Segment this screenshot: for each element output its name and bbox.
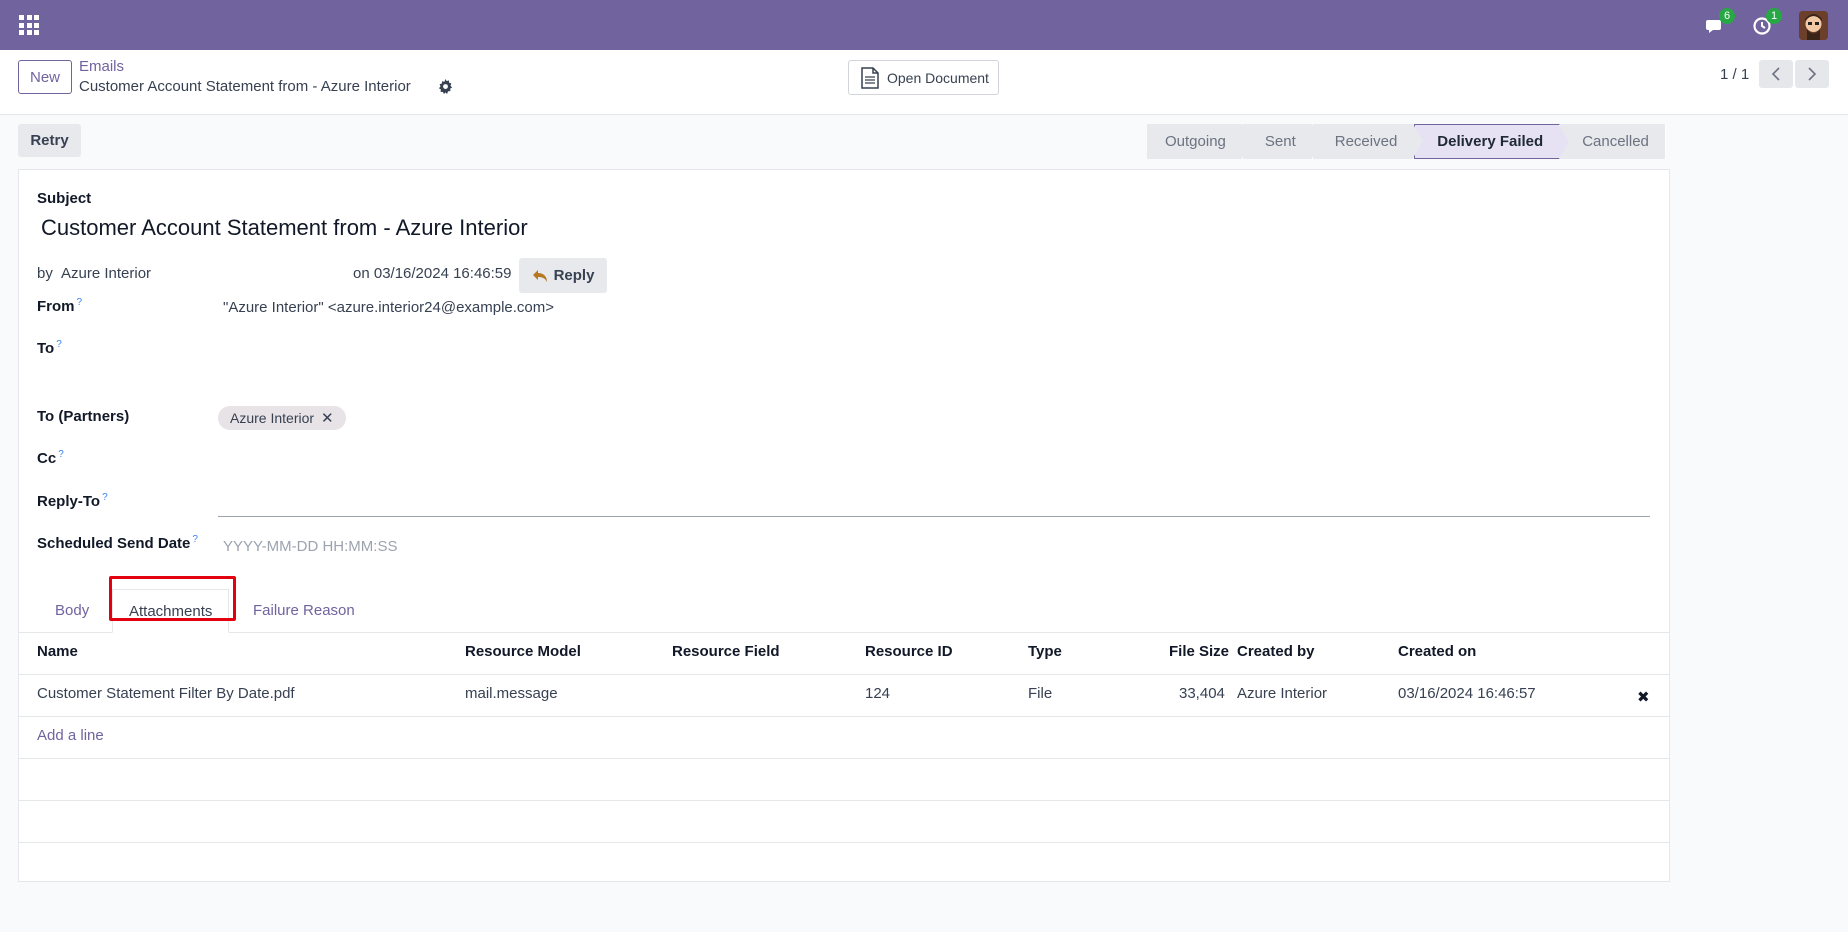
from-label: From? bbox=[37, 297, 83, 315]
open-document-label: Open Document bbox=[887, 69, 989, 86]
chevron-left-icon bbox=[1771, 67, 1780, 81]
cell-type: File bbox=[1028, 685, 1053, 702]
pager-previous-button[interactable] bbox=[1759, 60, 1793, 88]
cell-created-on: 03/16/2024 16:46:57 bbox=[1398, 685, 1536, 702]
by-prefix: by bbox=[37, 265, 53, 282]
empty-row bbox=[19, 800, 1669, 843]
partner-tag-label: Azure Interior bbox=[230, 410, 315, 426]
stage-sent[interactable]: Sent bbox=[1242, 124, 1322, 159]
reply-to-input[interactable] bbox=[218, 516, 1650, 517]
table-row[interactable]: Customer Statement Filter By Date.pdf ma… bbox=[19, 674, 1669, 717]
column-resource-field[interactable]: Resource Field bbox=[672, 643, 780, 660]
status-bar: Outgoing Sent Received Delivery Failed C… bbox=[1147, 124, 1666, 159]
apps-menu-icon[interactable] bbox=[19, 15, 39, 35]
pager-value[interactable]: 1 / 1 bbox=[1720, 66, 1749, 83]
breadcrumb-emails[interactable]: Emails bbox=[79, 58, 124, 75]
subject-label: Subject bbox=[37, 190, 92, 207]
notebook-tabs: Body Attachments Failure Reason bbox=[19, 578, 1669, 633]
reply-to-label: Reply-To? bbox=[37, 492, 108, 510]
scheduled-help-icon[interactable]: ? bbox=[192, 534, 198, 545]
scheduled-send-date-label: Scheduled Send Date? bbox=[37, 534, 198, 552]
pager-next-button[interactable] bbox=[1795, 60, 1829, 88]
from-field[interactable]: "Azure Interior" <azure.interior24@examp… bbox=[223, 299, 554, 316]
stage-arrow bbox=[1413, 124, 1424, 158]
partner-tag-azure-interior[interactable]: Azure Interior ✕ bbox=[218, 406, 346, 430]
tab-body[interactable]: Body bbox=[55, 589, 89, 631]
cc-label: Cc? bbox=[37, 449, 64, 467]
add-a-line-link[interactable]: Add a line bbox=[37, 727, 104, 744]
control-panel: New Emails Customer Account Statement fr… bbox=[0, 50, 1848, 115]
reply-button[interactable]: Reply bbox=[519, 258, 607, 293]
scheduled-send-date-input[interactable]: YYYY-MM-DD HH:MM:SS bbox=[223, 538, 397, 555]
retry-button[interactable]: Retry bbox=[18, 124, 81, 157]
column-resource-model[interactable]: Resource Model bbox=[465, 643, 581, 660]
stage-arrow bbox=[1559, 125, 1570, 159]
to-help-icon[interactable]: ? bbox=[56, 339, 62, 350]
reply-arrow-icon bbox=[532, 269, 547, 282]
stage-arrow bbox=[1311, 124, 1322, 158]
from-help-icon[interactable]: ? bbox=[77, 297, 83, 308]
column-name[interactable]: Name bbox=[37, 643, 78, 660]
attachments-table-header: Name Resource Model Resource Field Resou… bbox=[19, 632, 1669, 675]
gear-icon[interactable] bbox=[438, 79, 453, 94]
user-avatar[interactable] bbox=[1799, 11, 1828, 40]
to-label: To? bbox=[37, 339, 62, 357]
subject-value: Customer Account Statement from - Azure … bbox=[41, 215, 528, 240]
delete-row-icon[interactable]: ✖ bbox=[1637, 688, 1650, 706]
chevron-right-icon bbox=[1808, 67, 1817, 81]
stage-received[interactable]: Received bbox=[1312, 124, 1424, 159]
tab-failure-reason[interactable]: Failure Reason bbox=[253, 589, 355, 631]
column-created-by[interactable]: Created by bbox=[1237, 643, 1315, 660]
stage-cancelled[interactable]: Cancelled bbox=[1560, 124, 1666, 159]
to-partners-label: To (Partners) bbox=[37, 408, 130, 425]
reply-to-help-icon[interactable]: ? bbox=[102, 492, 108, 503]
open-document-button[interactable]: Open Document bbox=[848, 60, 999, 95]
cc-help-icon[interactable]: ? bbox=[58, 449, 64, 460]
remove-tag-icon[interactable]: ✕ bbox=[321, 409, 334, 427]
cell-file-size: 33,404 bbox=[1179, 685, 1225, 702]
messages-icon[interactable]: 6 bbox=[1705, 8, 1736, 38]
message-date: on 03/16/2024 16:46:59 bbox=[353, 265, 512, 282]
messages-badge: 6 bbox=[1719, 8, 1736, 24]
cell-name: Customer Statement Filter By Date.pdf bbox=[37, 685, 295, 702]
column-file-size[interactable]: File Size bbox=[1169, 643, 1229, 660]
cell-created-by: Azure Interior bbox=[1237, 685, 1328, 702]
empty-row bbox=[19, 758, 1669, 801]
new-button[interactable]: New bbox=[18, 60, 72, 94]
author-name[interactable]: Azure Interior bbox=[61, 265, 151, 282]
cell-resource-id: 124 bbox=[865, 685, 891, 702]
activities-badge: 1 bbox=[1766, 8, 1783, 24]
column-type[interactable]: Type bbox=[1028, 643, 1062, 660]
stage-delivery-failed[interactable]: Delivery Failed bbox=[1414, 124, 1570, 159]
activities-clock-icon[interactable]: 1 bbox=[1752, 8, 1783, 38]
column-created-on[interactable]: Created on bbox=[1398, 643, 1476, 660]
cell-resource-model: mail.message bbox=[465, 685, 558, 702]
stage-outgoing[interactable]: Outgoing bbox=[1147, 124, 1252, 159]
document-icon bbox=[861, 66, 879, 89]
top-navbar: 6 1 bbox=[0, 0, 1848, 50]
add-line-row: Add a line bbox=[19, 716, 1669, 759]
tab-attachments[interactable]: Attachments bbox=[112, 589, 230, 633]
breadcrumb-current-record: Customer Account Statement from - Azure … bbox=[79, 78, 411, 95]
stage-arrow bbox=[1241, 124, 1252, 158]
column-resource-id[interactable]: Resource ID bbox=[865, 643, 953, 660]
reply-label: Reply bbox=[553, 267, 595, 284]
form-sheet: Subject Customer Account Statement from … bbox=[18, 169, 1670, 882]
